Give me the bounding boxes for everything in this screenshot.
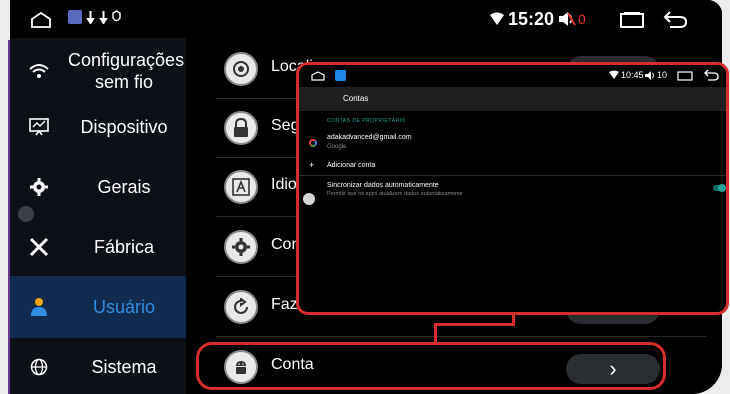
volume-muted-icon[interactable]: [558, 11, 576, 27]
app-icon: [68, 10, 82, 24]
volume-level: 0: [578, 11, 586, 27]
home-icon[interactable]: [311, 71, 325, 81]
volume-level: 10: [657, 70, 668, 80]
clock: 10:45: [621, 70, 644, 80]
sidebar-item-label: Usuário: [92, 297, 156, 317]
sync-toggle[interactable]: [713, 184, 726, 192]
sidebar-item-label: Configurações sem fio: [68, 50, 185, 92]
account-type: Google: [327, 144, 347, 150]
sidebar-item-label: Fábrica: [93, 237, 155, 257]
touch-indicator: [303, 193, 315, 205]
section-header: CONTAS DE PROPRIETÁRIO: [327, 118, 406, 124]
wifi-icon: [490, 12, 504, 25]
lock-icon: [224, 111, 258, 145]
shield-icon: [112, 10, 121, 22]
monitor-icon: [28, 116, 50, 138]
highlight-connector: [434, 323, 515, 326]
add-account-button[interactable]: Adicionar conta: [327, 162, 375, 169]
back-icon[interactable]: [662, 10, 688, 28]
tools-icon: [28, 236, 50, 258]
sync-subtitle: Permitir que os apps atualizem dados aut…: [327, 191, 463, 197]
divider: [299, 175, 726, 176]
status-bar: 15:20 0: [10, 0, 722, 38]
user-icon: [28, 296, 50, 318]
toggle-knob: [718, 184, 726, 192]
sidebar-item-label: Gerais: [97, 177, 151, 197]
gear-icon: [28, 176, 50, 198]
settings-sidebar: Configurações sem fio Dispositivo Gerais…: [10, 38, 186, 394]
sidebar-item-user[interactable]: Usuário: [10, 276, 186, 338]
sidebar-item-general[interactable]: Gerais: [10, 158, 186, 216]
restore-icon: [224, 290, 258, 324]
back-icon[interactable]: [703, 69, 719, 81]
highlight-connector: [434, 323, 437, 345]
sidebar-item-factory[interactable]: Fábrica: [10, 218, 186, 276]
notification-icons: [68, 10, 121, 24]
recent-apps-icon[interactable]: [619, 12, 645, 28]
google-icon: [309, 139, 317, 147]
sidebar-item-label: Dispositivo: [80, 117, 168, 137]
wifi-icon: [28, 60, 50, 82]
home-icon[interactable]: [30, 12, 52, 28]
notification-icon: [99, 11, 108, 24]
gear-icon: [224, 230, 258, 264]
volume-icon: [645, 71, 654, 80]
sidebar-item-wireless[interactable]: Configurações sem fio: [10, 40, 186, 102]
screenshot-frame: 15:20 0 Configurações sem fio Dispositiv…: [0, 0, 730, 394]
settings-app-icon: [335, 70, 346, 81]
sidebar-item-system[interactable]: Sistema: [10, 338, 186, 394]
sidebar-item-label: Sistema: [91, 357, 157, 377]
inset-status-bar: 10:45 10: [299, 65, 726, 87]
inset-toolbar: Contas: [299, 87, 726, 111]
floating-dot[interactable]: [18, 206, 34, 222]
sidebar-item-device[interactable]: Dispositivo: [10, 98, 186, 156]
zoomed-screen-inset: 10:45 10 Contas CONTAS DE PROPRIETÁRIO a…: [296, 62, 729, 315]
clock: 15:20: [508, 9, 555, 29]
divider: [216, 336, 706, 337]
recent-apps-icon[interactable]: [677, 71, 693, 81]
plus-icon: +: [309, 160, 315, 170]
notification-icon: [86, 11, 95, 24]
page-title: Contas: [343, 94, 369, 103]
location-icon: [224, 52, 258, 86]
language-icon: [224, 170, 258, 204]
sync-title[interactable]: Sincronizar dados automaticamente: [327, 182, 439, 189]
highlight-box: [196, 342, 666, 390]
globe-icon: [28, 356, 50, 378]
wifi-icon: [609, 70, 619, 79]
account-email[interactable]: adakadvanced@gmail.com: [327, 134, 412, 141]
